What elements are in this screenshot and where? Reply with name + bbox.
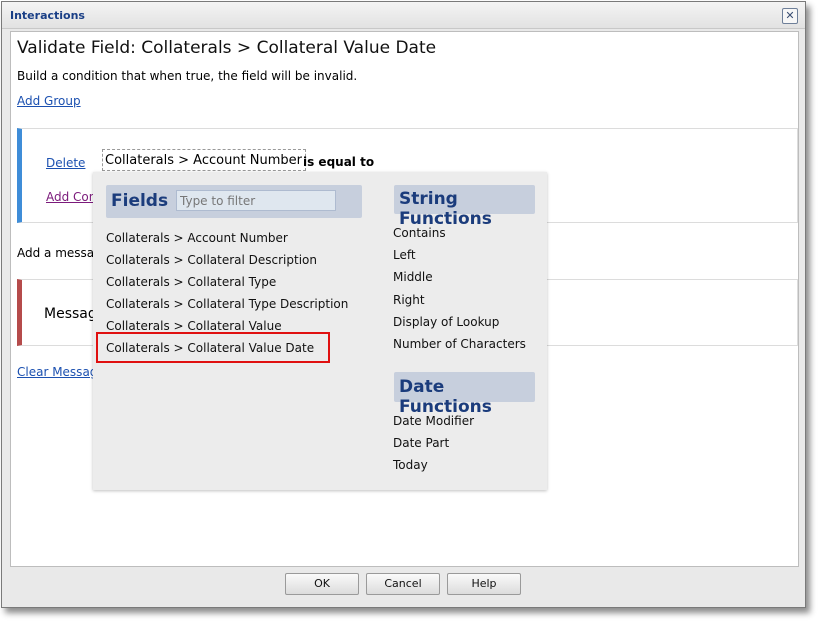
page-title: Validate Field: Collaterals > Collateral… [17, 38, 437, 58]
add-group-link[interactable]: Add Group [17, 94, 81, 108]
function-option[interactable]: Right [393, 293, 425, 307]
fields-title: Fields [111, 191, 169, 211]
field-option[interactable]: Collaterals > Collateral Type [106, 275, 276, 289]
function-option[interactable]: Contains [393, 226, 446, 240]
function-option[interactable]: Left [393, 248, 416, 262]
cancel-button[interactable]: Cancel [366, 573, 440, 595]
filter-input[interactable] [176, 190, 336, 211]
ok-button[interactable]: OK [285, 573, 359, 595]
field-option[interactable]: Collaterals > Collateral Description [106, 253, 317, 267]
selection-highlight [96, 332, 330, 363]
operator-selector[interactable]: is equal to [303, 155, 374, 169]
function-option[interactable]: Today [393, 458, 428, 472]
date-functions-title: Date Functions [399, 377, 492, 417]
field-picker-popup: Fields Collaterals > Account Number Coll… [93, 172, 547, 490]
delete-link[interactable]: Delete [46, 156, 85, 170]
function-option[interactable]: Date Part [393, 436, 449, 450]
field-selector[interactable]: Collaterals > Account Number [102, 149, 307, 171]
field-option[interactable]: Collaterals > Account Number [106, 231, 288, 245]
function-option[interactable]: Middle [393, 270, 433, 284]
function-option[interactable]: Number of Characters [393, 337, 526, 351]
fields-header: Fields [106, 185, 362, 218]
string-functions-header: String Functions [394, 185, 535, 229]
clear-message-link[interactable]: Clear Message [17, 365, 105, 379]
description-text: Build a condition that when true, the fi… [17, 69, 358, 83]
help-button[interactable]: Help [447, 573, 521, 595]
window-title: Interactions [10, 9, 85, 22]
function-option[interactable]: Display of Lookup [393, 315, 499, 329]
date-functions-header: Date Functions [394, 372, 535, 417]
close-icon[interactable]: ✕ [782, 8, 798, 24]
string-functions-title: String Functions [399, 189, 492, 229]
title-bar: Interactions ✕ [2, 2, 805, 29]
add-message-text: Add a messag [17, 246, 102, 260]
field-option[interactable]: Collaterals > Collateral Value [106, 319, 282, 333]
field-option[interactable]: Collaterals > Collateral Type Descriptio… [106, 297, 348, 311]
function-option[interactable]: Date Modifier [393, 414, 474, 428]
